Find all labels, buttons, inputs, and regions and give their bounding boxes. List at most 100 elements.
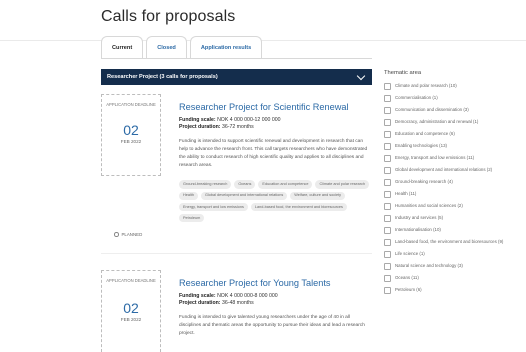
filter-option[interactable]: Enabling technologies (13)	[384, 142, 526, 152]
filter-option[interactable]: Education and competence (6)	[384, 130, 526, 140]
divider	[101, 253, 372, 254]
tab-current[interactable]: Current	[101, 36, 144, 58]
filter-option[interactable]: Climate and polar research (10)	[384, 82, 526, 92]
deadline-box: APPLICATION DEADLINE 02 FEB 2022	[101, 270, 161, 352]
group-accordion-header[interactable]: Researcher Project (3 calls for proposal…	[101, 69, 372, 85]
filter-option[interactable]: Oceans (11)	[384, 274, 526, 284]
deadline-label: APPLICATION DEADLINE	[106, 102, 156, 107]
call-description: Funding is intended to support scientifi…	[179, 139, 368, 169]
filter-option-label: Commercialisation (1)	[395, 95, 438, 100]
filter-option-label: Humanities and social sciences (2)	[395, 203, 463, 208]
duration-value: 36-72 months	[221, 124, 254, 131]
call-title-link[interactable]: Researcher Project for Young Talents	[179, 278, 372, 289]
chevron-down-icon[interactable]	[356, 71, 366, 80]
status-label: PLANNED	[121, 232, 143, 237]
tag-list: Ground-breaking research Oceans Educatio…	[179, 180, 372, 223]
tag[interactable]: Energy, transport and low emissions	[179, 202, 248, 211]
duration-label: Project duration:	[179, 300, 221, 307]
call-description: Funding is intended to give talented you…	[179, 315, 365, 337]
filter-option-label: Energy, transport and low emissions (11)	[395, 155, 475, 160]
filter-option-label: Ground-breaking research (4)	[395, 179, 453, 184]
funding-label: Funding scale:	[179, 293, 216, 299]
filter-option-label: Oceans (11)	[395, 275, 419, 280]
filter-option-label: Democracy, administration and renewal (1…	[395, 119, 479, 124]
filter-option[interactable]: Internationalisation (10)	[384, 226, 526, 236]
call-title-link[interactable]: Researcher Project for Scientific Renewa…	[179, 102, 372, 113]
deadline-month: FEB 2022	[120, 316, 142, 322]
checkbox[interactable]	[384, 119, 391, 126]
filter-option-label: Climate and polar research (10)	[395, 83, 457, 88]
call-meta: Funding scale: NOK 4 000 000-8 000 000 P…	[179, 293, 372, 307]
call-meta: Funding scale: NOK 4 000 000-12 000 000 …	[179, 117, 372, 131]
checkbox[interactable]	[384, 251, 391, 258]
filter-option[interactable]: Global development and international rel…	[384, 166, 526, 176]
filter-option[interactable]: Natural science and technology (3)	[384, 262, 526, 272]
filter-option-label: Industry and services (5)	[395, 215, 444, 220]
checkbox[interactable]	[384, 167, 391, 174]
filter-option[interactable]: Petroleum (6)	[384, 286, 526, 296]
filter-option[interactable]: Industry and services (5)	[384, 214, 526, 224]
group-accordion-label: Researcher Project (3 calls for proposal…	[107, 74, 218, 80]
tabs-divider	[101, 58, 372, 59]
deadline-day: 02	[123, 121, 139, 138]
filter-option-label: Natural science and technology (3)	[395, 263, 463, 268]
funding-value: NOK 4 000 000-12 000 000	[217, 117, 281, 123]
checkbox[interactable]	[384, 155, 391, 162]
tag[interactable]: Climate and polar research	[315, 180, 370, 189]
call-card: APPLICATION DEADLINE 02 FEB 2022 Researc…	[101, 270, 372, 352]
status-circle-icon	[114, 232, 119, 237]
filter-option-label: Education and competence (6)	[395, 131, 455, 136]
filter-option[interactable]: Democracy, administration and renewal (1…	[384, 118, 526, 128]
tag[interactable]: Land-based food, the environment and bio…	[250, 202, 347, 211]
checkbox[interactable]	[384, 143, 391, 150]
filter-option[interactable]: Ground-breaking research (4)	[384, 178, 526, 188]
tab-closed[interactable]: Closed	[146, 36, 187, 58]
tag[interactable]: Education and competence	[258, 180, 313, 189]
tag[interactable]: Oceans	[234, 180, 256, 189]
checkbox[interactable]	[384, 107, 391, 114]
checkbox[interactable]	[384, 131, 391, 138]
deadline-box: APPLICATION DEADLINE 02 FEB 2022	[101, 94, 161, 176]
tab-application-results[interactable]: Application results	[189, 36, 263, 58]
checkbox[interactable]	[384, 263, 391, 270]
filter-option-label: Internationalisation (10)	[395, 227, 441, 232]
deadline-month: FEB 2022	[120, 138, 142, 144]
deadline-day: 02	[123, 299, 139, 316]
tag[interactable]: Global development and international rel…	[200, 191, 288, 200]
filter-option-label: Land-based food, the environment and bio…	[395, 239, 504, 244]
filter-heading: Thematic area	[384, 70, 422, 76]
status-badge: PLANNED	[114, 232, 142, 237]
checkbox[interactable]	[384, 239, 391, 246]
filter-option[interactable]: Energy, transport and low emissions (11)	[384, 154, 526, 164]
tag[interactable]: Petroleum	[179, 213, 205, 223]
duration-label: Project duration:	[179, 124, 221, 131]
tag[interactable]: Welfare, culture and society	[290, 191, 346, 200]
filter-option[interactable]: Commercialisation (1)	[384, 94, 526, 104]
checkbox[interactable]	[384, 179, 391, 186]
filter-option-label: Health (11)	[395, 191, 417, 196]
filter-option-label: Communication and dissemination (3)	[395, 107, 469, 112]
filter-option[interactable]: Land-based food, the environment and bio…	[384, 238, 526, 248]
checkbox[interactable]	[384, 227, 391, 234]
filter-option[interactable]: Communication and dissemination (3)	[384, 106, 526, 116]
funding-label: Funding scale:	[179, 117, 216, 123]
funding-value: NOK 4 000 000-8 000 000	[217, 293, 278, 299]
filter-option[interactable]: Health (11)	[384, 190, 526, 200]
tag[interactable]: Health	[179, 191, 198, 200]
page-title: Calls for proposals	[101, 8, 236, 25]
filter-option[interactable]: Humanities and social sciences (2)	[384, 202, 526, 212]
checkbox[interactable]	[384, 83, 391, 90]
checkbox[interactable]	[384, 275, 391, 282]
checkbox[interactable]	[384, 203, 391, 210]
call-card: APPLICATION DEADLINE 02 FEB 2022 PLANNED…	[101, 94, 372, 254]
tab-bar: Current Closed Application results	[101, 36, 263, 58]
filter-option-label: Life science (1)	[395, 251, 425, 256]
filter-option[interactable]: Life science (1)	[384, 250, 526, 260]
tag[interactable]: Ground-breaking research	[179, 180, 232, 189]
checkbox[interactable]	[384, 95, 391, 102]
checkbox[interactable]	[384, 215, 391, 222]
checkbox[interactable]	[384, 287, 391, 294]
filter-option-label: Global development and international rel…	[395, 167, 493, 172]
checkbox[interactable]	[384, 191, 391, 198]
filter-option-label: Petroleum (6)	[395, 287, 422, 292]
